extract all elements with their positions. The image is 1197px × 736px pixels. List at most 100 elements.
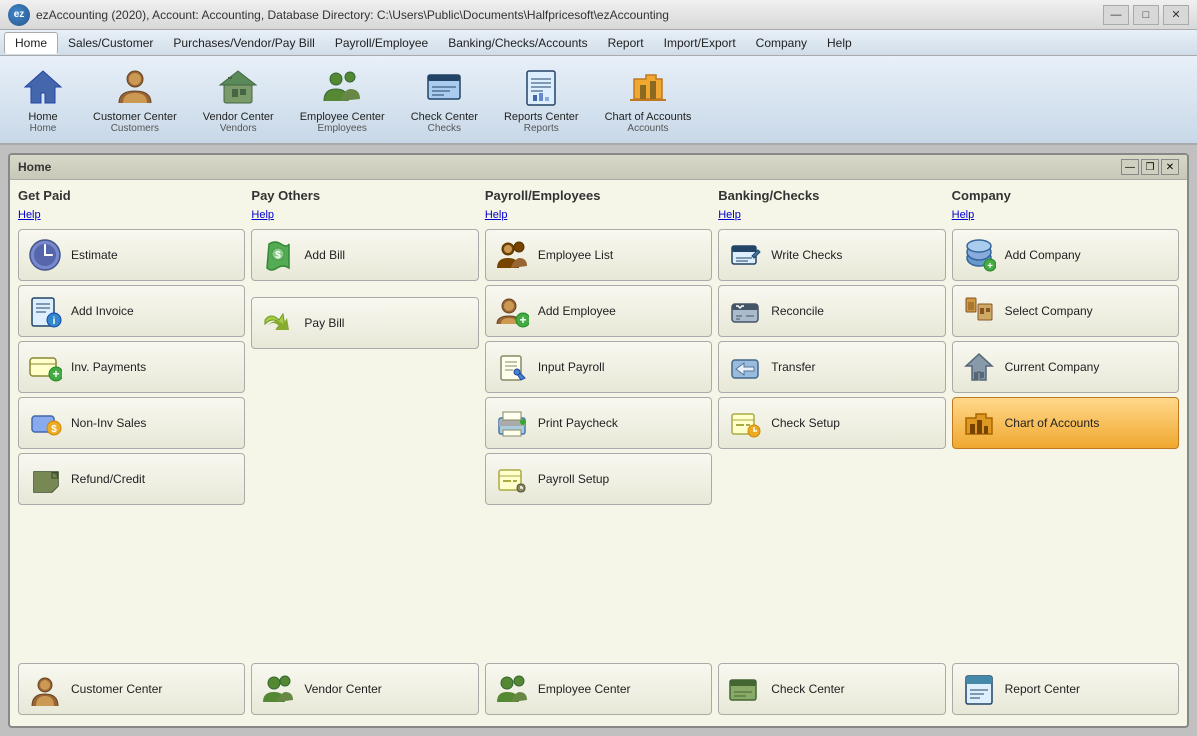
estimate-button[interactable]: Estimate (18, 229, 245, 281)
add-company-icon: + (961, 237, 997, 273)
current-company-label: Current Company (1005, 360, 1100, 374)
toolbar-check-center[interactable]: Check Center Checks (400, 60, 489, 139)
inv-payments-icon: + (27, 349, 63, 385)
panels-container: Get Paid Help Estimate (10, 180, 1187, 723)
reports-center-icon (519, 65, 563, 109)
check-center-icon (422, 65, 466, 109)
get-paid-help[interactable]: Help (18, 209, 245, 221)
payroll-setup-button[interactable]: Payroll Setup (485, 453, 712, 505)
banking-help[interactable]: Help (718, 209, 945, 221)
menu-report[interactable]: Report (598, 33, 654, 53)
employee-center-icon (320, 65, 364, 109)
employee-list-button[interactable]: Employee List (485, 229, 712, 281)
inv-payments-label: Inv. Payments (71, 360, 146, 374)
print-paycheck-button[interactable]: Print Paycheck (485, 397, 712, 449)
select-company-label: Select Company (1005, 304, 1093, 318)
input-payroll-button[interactable]: Input Payroll (485, 341, 712, 393)
check-setup-icon (727, 405, 763, 441)
company-title: Company (952, 188, 1179, 203)
inner-minimize-button[interactable]: — (1121, 159, 1139, 175)
vendor-center-button[interactable]: Vendor Center (251, 663, 478, 715)
add-employee-icon: + (494, 293, 530, 329)
pay-others-help[interactable]: Help (251, 209, 478, 221)
add-bill-button[interactable]: $ Add Bill (251, 229, 478, 281)
svg-text:+: + (52, 367, 59, 381)
estimate-icon (27, 237, 63, 273)
payroll-help[interactable]: Help (485, 209, 712, 221)
refund-credit-button[interactable]: Refund/Credit (18, 453, 245, 505)
add-employee-button[interactable]: + Add Employee (485, 285, 712, 337)
inv-payments-button[interactable]: + Inv. Payments (18, 341, 245, 393)
write-checks-button[interactable]: Write Checks (718, 229, 945, 281)
close-button[interactable]: ✕ (1163, 5, 1189, 25)
vendor-center-icon2 (260, 671, 296, 707)
payroll-title: Payroll/Employees (485, 188, 712, 203)
chart-of-accounts-bottom-label: Chart of Accounts (1005, 416, 1100, 430)
toolbar-vendor-center[interactable]: Vendor Center Vendors (192, 60, 285, 139)
select-company-button[interactable]: Select Company (952, 285, 1179, 337)
toolbar-vendor-sublabel: Vendors (220, 123, 257, 134)
chart-of-accounts-icon (626, 65, 670, 109)
check-setup-label: Check Setup (771, 416, 840, 430)
check-setup-button[interactable]: Check Setup (718, 397, 945, 449)
toolbar-chart-of-accounts[interactable]: Chart of Accounts Accounts (594, 60, 703, 139)
employee-center-bottom-icon (494, 671, 530, 707)
menu-home[interactable]: Home (4, 32, 58, 54)
menu-purchases[interactable]: Purchases/Vendor/Pay Bill (163, 33, 324, 53)
report-center-button[interactable]: Report Center (952, 663, 1179, 715)
refund-credit-icon (27, 461, 63, 497)
toolbar-employee-center[interactable]: Employee Center Employees (289, 60, 396, 139)
report-center-label: Report Center (1005, 682, 1080, 696)
menu-help[interactable]: Help (817, 33, 862, 53)
reconcile-button[interactable]: Reconcile (718, 285, 945, 337)
estimate-label: Estimate (71, 248, 118, 262)
non-inv-sales-button[interactable]: $ Non-Inv Sales (18, 397, 245, 449)
employee-center-bottom-label: Employee Center (538, 682, 631, 696)
maximize-button[interactable]: □ (1133, 5, 1159, 25)
payroll-setup-label: Payroll Setup (538, 472, 609, 486)
inner-close-button[interactable]: ✕ (1161, 159, 1179, 175)
current-company-button[interactable]: Current Company (952, 341, 1179, 393)
print-paycheck-label: Print Paycheck (538, 416, 618, 430)
inner-restore-button[interactable]: ❐ (1141, 159, 1159, 175)
home-icon (21, 65, 65, 109)
transfer-button[interactable]: Transfer (718, 341, 945, 393)
panel-pay-others: Pay Others Help $ Add Bill (251, 188, 478, 715)
toolbar-reports-center[interactable]: Reports Center Reports (493, 60, 590, 139)
non-inv-sales-label: Non-Inv Sales (71, 416, 146, 430)
print-paycheck-icon (494, 405, 530, 441)
check-center-bottom-button[interactable]: Check Center (718, 663, 945, 715)
add-company-button[interactable]: + Add Company (952, 229, 1179, 281)
menu-payroll[interactable]: Payroll/Employee (325, 33, 438, 53)
menu-company[interactable]: Company (746, 33, 817, 53)
company-help[interactable]: Help (952, 209, 1179, 221)
employee-center-bottom-button[interactable]: Employee Center (485, 663, 712, 715)
reconcile-icon (727, 293, 763, 329)
input-payroll-icon (494, 349, 530, 385)
write-checks-icon (727, 237, 763, 273)
minimize-button[interactable]: — (1103, 5, 1129, 25)
add-employee-label: Add Employee (538, 304, 616, 318)
write-checks-label: Write Checks (771, 248, 842, 262)
customer-center-icon (113, 65, 157, 109)
svg-text:i: i (53, 316, 56, 327)
report-center-icon (961, 671, 997, 707)
title-controls: — □ ✕ (1103, 5, 1189, 25)
vendor-center-icon (216, 65, 260, 109)
menu-sales[interactable]: Sales/Customer (58, 33, 163, 53)
toolbar-home[interactable]: Home Home (8, 60, 78, 139)
toolbar-check-label: Check Center (411, 111, 478, 123)
customer-center-bottom-icon (27, 671, 63, 707)
pay-bill-button[interactable]: Pay Bill (251, 297, 478, 349)
menu-bar: Home Sales/Customer Purchases/Vendor/Pay… (0, 30, 1197, 56)
menu-banking[interactable]: Banking/Checks/Accounts (438, 33, 597, 53)
toolbar-customer-center[interactable]: Customer Center Customers (82, 60, 188, 139)
svg-text:+: + (519, 313, 526, 327)
customer-center-bottom-button[interactable]: Customer Center (18, 663, 245, 715)
menu-import[interactable]: Import/Export (654, 33, 746, 53)
toolbar-customer-label: Customer Center (93, 111, 177, 123)
reconcile-label: Reconcile (771, 304, 824, 318)
panel-banking: Banking/Checks Help Write Checks (718, 188, 945, 715)
add-invoice-button[interactable]: i Add Invoice (18, 285, 245, 337)
chart-of-accounts-bottom-button[interactable]: Chart of Accounts (952, 397, 1179, 449)
